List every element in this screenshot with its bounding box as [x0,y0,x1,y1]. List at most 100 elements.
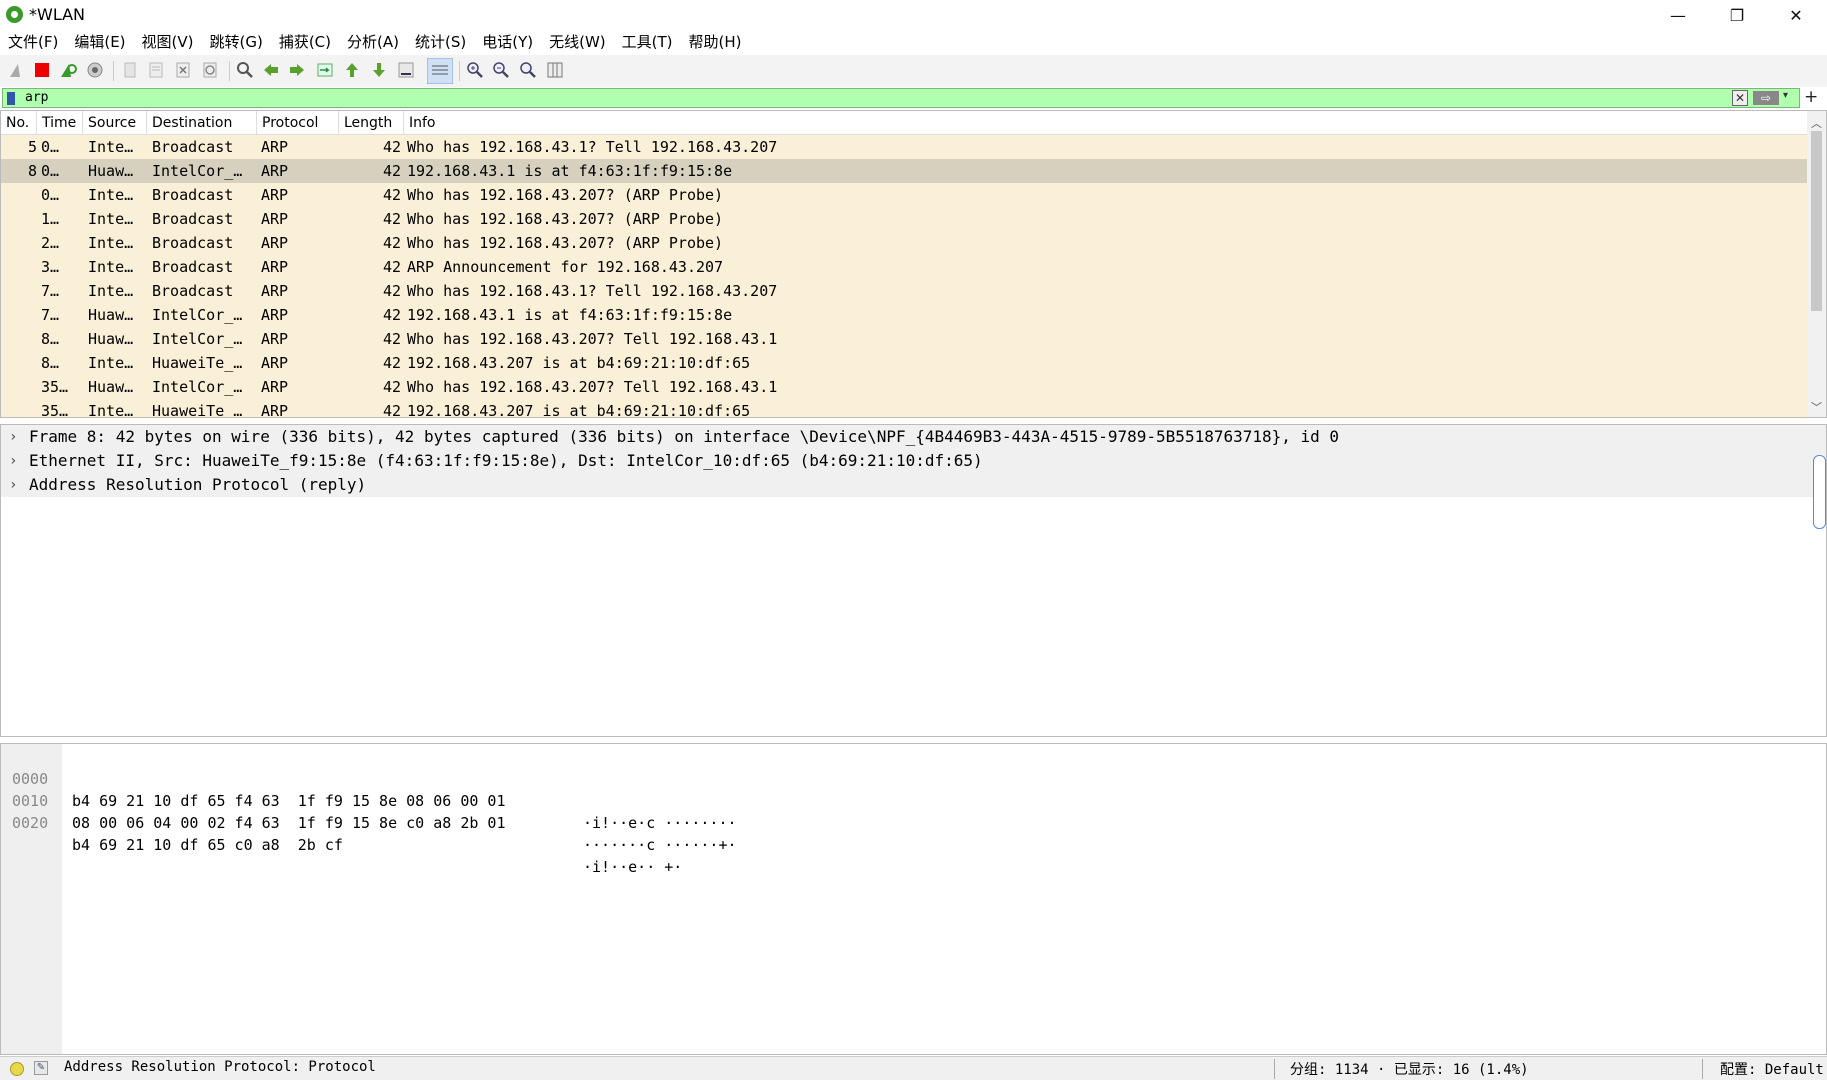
column-header-length[interactable]: Length [339,111,404,135]
column-header-protocol[interactable]: Protocol [257,111,339,135]
add-filter-button[interactable]: + [1804,87,1818,107]
close-button[interactable]: ✕ [1766,0,1826,30]
menu-capture[interactable]: 捕获(C) [279,30,331,54]
scroll-down-icon[interactable]: ﹀ [1811,399,1822,415]
restore-button[interactable]: ❐ [1707,0,1767,30]
packet-row[interactable]: 8… Huaw… IntelCor_… ARP 42 Who has 192.168.43… [1,327,1807,351]
packet-length: 42 [382,282,401,300]
stop-capture-icon[interactable] [33,61,51,79]
column-header-time[interactable]: Time [37,111,83,135]
save-file-icon[interactable] [147,61,165,79]
column-header-info[interactable]: Info [404,111,1807,135]
packet-list-scrollbar[interactable]: ︿ ﹀ [1807,111,1826,417]
go-forward-icon[interactable] [288,61,306,79]
last-packet-icon[interactable] [370,61,388,79]
bytes-hex[interactable]: 08 00 06 04 00 02 f4 63 1f f9 15 8e c0 a… [72,812,505,834]
apply-filter-icon[interactable]: ⇨ [1753,91,1779,105]
display-filter-value[interactable]: arp [25,90,48,105]
packet-info: 192.168.43.207 is at b4:69:21:10:df:65 [407,354,751,372]
go-to-packet-icon[interactable] [316,61,334,79]
bytes-line[interactable]: 0020 b4 69 21 10 df 65 c0 a8 2b cf ·i!··… [1,790,682,876]
packet-row[interactable]: 1… Inte… Broadcast ARP 42 Who has 192.168.43.… [1,207,1807,231]
packet-info: Who has 192.168.43.207? (ARP Probe) [407,186,724,204]
filter-history-dropdown-icon[interactable]: ▾ [1783,90,1788,101]
column-header-no[interactable]: No. [1,111,37,135]
packet-destination: HuaweiTe_… [152,354,243,372]
expand-chevron-icon[interactable]: › [9,449,17,473]
menu-edit[interactable]: 编辑(E) [74,30,125,54]
status-text: Address Resolution Protocol: Protocol [64,1059,376,1075]
close-file-icon[interactable] [174,61,192,79]
minimize-button[interactable]: — [1648,0,1708,30]
packet-info: Who has 192.168.43.1? Tell 192.168.43.20… [407,282,778,300]
bytes-hex[interactable]: b4 69 21 10 df 65 f4 63 1f f9 15 8e 08 0… [72,790,505,812]
tree-item-arp[interactable]: › Address Resolution Protocol (reply) [1,473,1826,497]
scroll-thumb[interactable] [1811,131,1822,311]
tree-item-frame[interactable]: › Frame 8: 42 bytes on wire (336 bits), … [1,425,1826,449]
menu-analyze[interactable]: 分析(A) [347,30,399,54]
packet-row[interactable]: 35… Huaw… IntelCor_… ARP 42 Who has 192.168.4… [1,375,1807,399]
menu-go[interactable]: 跳转(G) [210,30,263,54]
go-back-icon[interactable] [262,61,280,79]
details-scrollbar[interactable] [1813,455,1826,529]
menu-telephony[interactable]: 电话(Y) [482,30,533,54]
packet-row[interactable]: 3… Inte… Broadcast ARP 42 ARP Announcement fo… [1,255,1807,279]
bookmark-icon[interactable] [7,92,15,105]
packet-row[interactable]: 2… Inte… Broadcast ARP 42 Who has 192.168.43.… [1,231,1807,255]
display-filter-input[interactable]: arp ✕ ⇨ ▾ [2,88,1800,108]
packet-row[interactable]: 8… Inte… HuaweiTe_… ARP 42 192.168.43.207 is … [1,351,1807,375]
menu-view[interactable]: 视图(V) [142,30,194,54]
resize-columns-icon[interactable] [546,61,564,79]
packet-row[interactable]: 0… Inte… Broadcast ARP 42 Who has 192.168.43.… [1,183,1807,207]
open-file-icon[interactable] [122,61,140,79]
packet-row[interactable]: 7… Inte… Broadcast ARP 42 Who has 192.168.43.… [1,279,1807,303]
colorize-list-icon[interactable] [427,58,453,84]
packet-source: Huaw… [88,330,134,348]
bytes-ascii[interactable]: ·i!··e·· +· [583,856,682,878]
packet-length: 42 [382,162,401,180]
column-header-destination[interactable]: Destination [147,111,257,135]
find-packet-icon[interactable] [236,61,254,79]
packet-destination: Broadcast [152,210,234,228]
zoom-in-icon[interactable] [466,61,484,79]
shark-fin-start-icon[interactable] [8,61,26,79]
menu-wireless[interactable]: 无线(W) [549,30,606,54]
packet-row[interactable]: 7… Huaw… IntelCor_… ARP 42 192.168.43.1 is at… [1,303,1807,327]
normal-size-icon[interactable] [519,61,537,79]
packet-row[interactable]: 5 0… Inte… Broadcast ARP 42 Who has 192.168.43… [1,135,1807,159]
packet-time: 0… [41,186,60,204]
packet-protocol: ARP [261,210,289,228]
tree-item-label: Frame 8: 42 bytes on wire (336 bits), 42… [29,427,1340,446]
bytes-line[interactable]: 0010 08 00 06 04 00 02 f4 63 1f f9 15 8e… [1,768,737,854]
zoom-out-icon[interactable] [492,61,510,79]
expand-chevron-icon[interactable]: › [9,473,17,497]
packet-destination: IntelCor_… [152,306,243,324]
first-packet-icon[interactable] [343,61,361,79]
column-header-source[interactable]: Source [83,111,147,135]
packet-length: 42 [382,354,401,372]
scroll-up-icon[interactable]: ︿ [1811,115,1822,131]
menu-tools[interactable]: 工具(T) [622,30,673,54]
capture-comment-icon[interactable]: ✎ [34,1061,48,1075]
bytes-ascii[interactable]: ·······c ······+· [583,834,737,856]
menu-file[interactable]: 文件(F) [8,30,58,54]
packet-row[interactable]: 35… Inte… HuaweiTe_… ARP 42 192.168.43.207 is… [1,399,1807,417]
packet-list-pane: No. Time Source Destination Protocol Len… [0,110,1827,418]
clear-filter-icon[interactable]: ✕ [1732,90,1748,106]
menu-help[interactable]: 帮助(H) [689,30,742,54]
profile-selector[interactable]: 配置: Default [1720,1059,1824,1079]
bytes-line[interactable]: 0000 b4 69 21 10 df 65 f4 63 1f f9 15 8e… [1,746,737,832]
capture-options-icon[interactable] [86,61,104,79]
restart-capture-icon[interactable] [59,61,77,79]
menu-statistics[interactable]: 统计(S) [415,30,466,54]
bytes-ascii[interactable]: ·i!··e·c ········ [583,812,737,834]
expert-info-icon[interactable] [10,1062,24,1076]
bytes-hex[interactable]: b4 69 21 10 df 65 c0 a8 2b cf [72,834,343,856]
packet-row[interactable]: 8 0… Huaw… IntelCor_… ARP 42 192.168.43.1 is a… [1,159,1807,183]
packet-protocol: ARP [261,186,289,204]
tree-item-ethernet[interactable]: › Ethernet II, Src: HuaweiTe_f9:15:8e (f… [1,449,1826,473]
packet-list-rows: 5 0… Inte… Broadcast ARP 42 Who has 192.168.43… [1,135,1807,417]
expand-chevron-icon[interactable]: › [9,425,17,449]
auto-scroll-icon[interactable] [397,61,415,79]
reload-file-icon[interactable] [201,61,219,79]
